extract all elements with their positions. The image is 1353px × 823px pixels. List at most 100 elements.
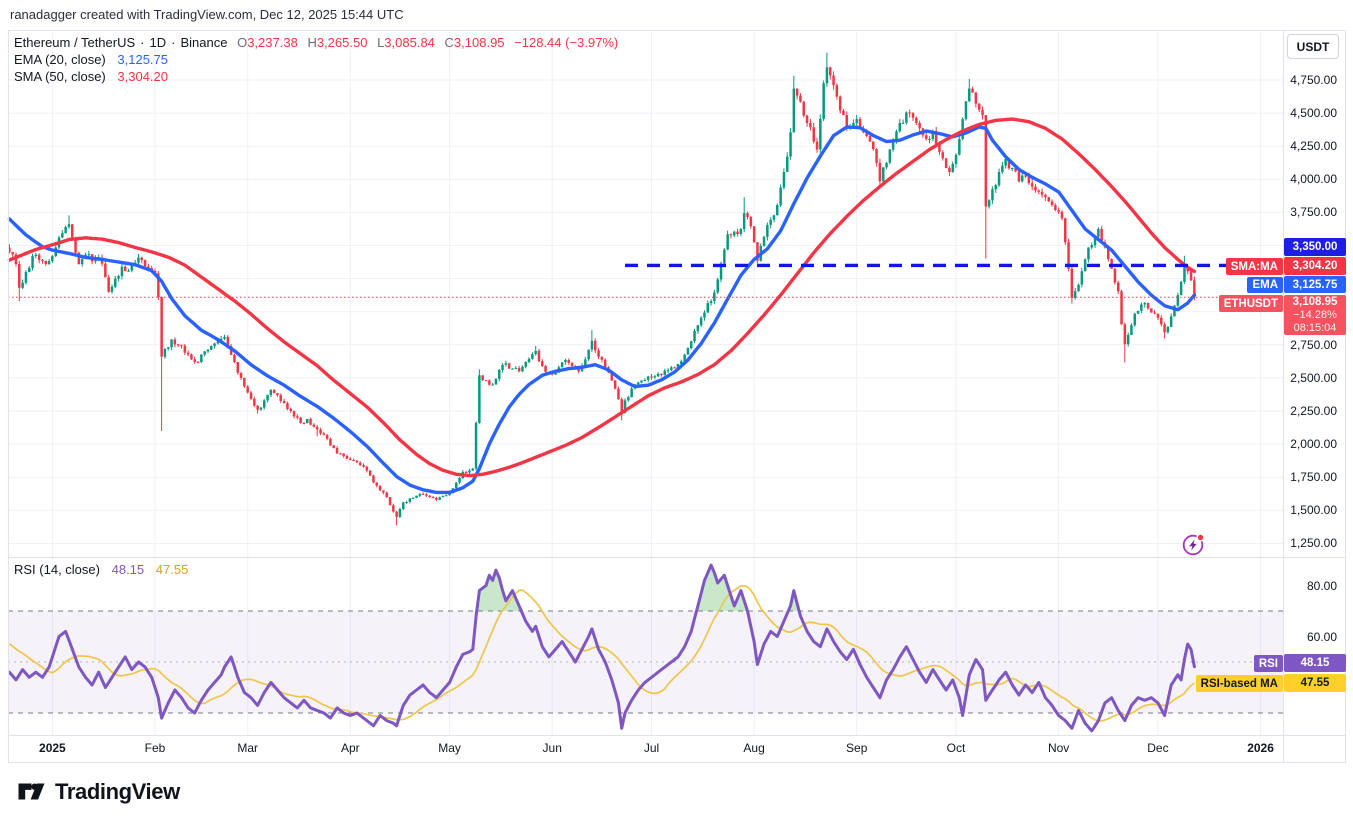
candle-body <box>309 419 312 425</box>
candle-body <box>177 344 180 345</box>
candle-body <box>243 378 246 387</box>
candle-body <box>1180 282 1183 295</box>
rsi-study-label[interactable]: RSI (14, close) <box>14 562 100 577</box>
candle-body <box>167 347 170 349</box>
candle-body <box>693 331 696 341</box>
candle-body <box>899 123 902 131</box>
candle-body <box>48 261 51 264</box>
symbol-line-label[interactable]: ETHUSDT <box>1219 295 1283 312</box>
symbol-legend-row[interactable]: Ethereum / TetherUS·1D·Binance O3,237.38… <box>14 35 618 50</box>
candle-body <box>925 135 928 139</box>
notification-dot <box>1197 534 1204 541</box>
candle-body <box>349 459 352 460</box>
candle-body <box>501 365 504 370</box>
candle-body <box>276 393 279 395</box>
candle-body <box>455 483 458 489</box>
chart-canvas[interactable] <box>0 0 1353 823</box>
candle-body <box>627 397 630 400</box>
candle-body <box>743 213 746 229</box>
tradingview-logo[interactable]: TradingView <box>16 778 180 806</box>
candle-body <box>998 172 1001 185</box>
candle-body <box>498 370 501 379</box>
candle-body <box>945 158 948 168</box>
candle-body <box>1081 271 1084 284</box>
candle-body <box>1051 201 1054 205</box>
candle-body <box>71 224 74 237</box>
candle-body <box>505 363 508 365</box>
time-axis-label: Apr <box>328 741 372 755</box>
interval-label[interactable]: 1D <box>150 35 167 50</box>
time-axis-label: Oct <box>934 741 978 755</box>
sma-line-label[interactable]: SMA:MA <box>1226 258 1283 275</box>
candle-body <box>1183 267 1186 282</box>
candle-body <box>995 185 998 189</box>
candle-body <box>432 497 435 498</box>
candle-body <box>260 408 263 410</box>
candle-body <box>237 362 240 373</box>
rsi-ma-line-label[interactable]: RSI-based MA <box>1196 675 1283 692</box>
candle-body <box>730 234 733 235</box>
candle-body <box>697 325 700 331</box>
candle-body <box>826 67 829 83</box>
candle-body <box>978 104 981 110</box>
candle-body <box>137 258 140 263</box>
price-axis-label: 2,750.00 <box>1290 338 1337 352</box>
candle-body <box>68 224 71 227</box>
candle-body <box>382 490 385 492</box>
candle-body <box>637 383 640 385</box>
bar-countdown: 08:15:04 <box>1294 322 1337 335</box>
sparkle-icon[interactable] <box>1179 530 1209 560</box>
last-price-badge[interactable]: 3,108.95 −14.28% 08:15:04 <box>1284 295 1346 335</box>
ema-line[interactable] <box>9 127 1194 492</box>
pane-divider[interactable] <box>8 557 1345 558</box>
candle-body <box>836 85 839 96</box>
candle-body <box>313 425 316 427</box>
candle-body <box>104 264 107 278</box>
candle-body <box>200 355 203 363</box>
candle-body <box>425 494 428 495</box>
candle-body <box>564 360 567 362</box>
candle-body <box>468 471 471 473</box>
candle-body <box>379 486 382 491</box>
alert-price-badge[interactable]: 3,350.00 <box>1284 238 1346 256</box>
candle-body <box>293 411 296 416</box>
candle-body <box>38 255 41 260</box>
candle-body <box>263 400 266 407</box>
candle-body <box>664 371 667 375</box>
currency-button[interactable]: USDT <box>1287 34 1339 59</box>
candle-body <box>793 89 796 133</box>
rsi-line-label[interactable]: RSI <box>1254 655 1283 672</box>
candle-body <box>541 361 544 366</box>
candle-body <box>392 505 395 511</box>
candle-body <box>1160 318 1163 325</box>
price-axis-divider[interactable] <box>1283 30 1284 763</box>
candle-body <box>402 502 405 509</box>
candle-body <box>1064 218 1067 242</box>
candle-body <box>438 497 441 500</box>
exchange-label[interactable]: Binance <box>180 35 227 50</box>
sma-study-label[interactable]: SMA (50, close) <box>14 69 106 84</box>
candle-body <box>207 350 210 352</box>
candle-body <box>1167 327 1170 332</box>
time-axis-label: 2026 <box>1239 741 1283 755</box>
rsi-ma-value-badge: 47.55 <box>1284 674 1346 692</box>
candle-body <box>127 271 130 272</box>
tradingview-logo-text: TradingView <box>55 779 180 805</box>
candle-body <box>1018 171 1021 181</box>
widget-left-border <box>8 30 9 763</box>
ema-legend-row[interactable]: EMA (20, close) 3,125.75 <box>14 52 168 67</box>
candle-body <box>213 344 216 347</box>
ema-study-label[interactable]: EMA (20, close) <box>14 52 106 67</box>
sma-legend-row[interactable]: SMA (50, close) 3,304.20 <box>14 69 168 84</box>
candle-body <box>395 512 398 517</box>
rsi-study-value: 48.15 <box>112 562 145 577</box>
rsi-legend-row[interactable]: RSI (14, close) 48.15 47.55 <box>14 562 188 577</box>
symbol-title[interactable]: Ethereum / TetherUS <box>14 35 135 50</box>
candle-body <box>164 349 167 357</box>
ema-line-label[interactable]: EMA <box>1247 277 1283 293</box>
candle-body <box>253 399 256 406</box>
candle-body <box>1124 324 1127 344</box>
price-axis-label: 3,750.00 <box>1290 205 1337 219</box>
candle-body <box>806 116 809 123</box>
candle-body <box>1163 324 1166 332</box>
